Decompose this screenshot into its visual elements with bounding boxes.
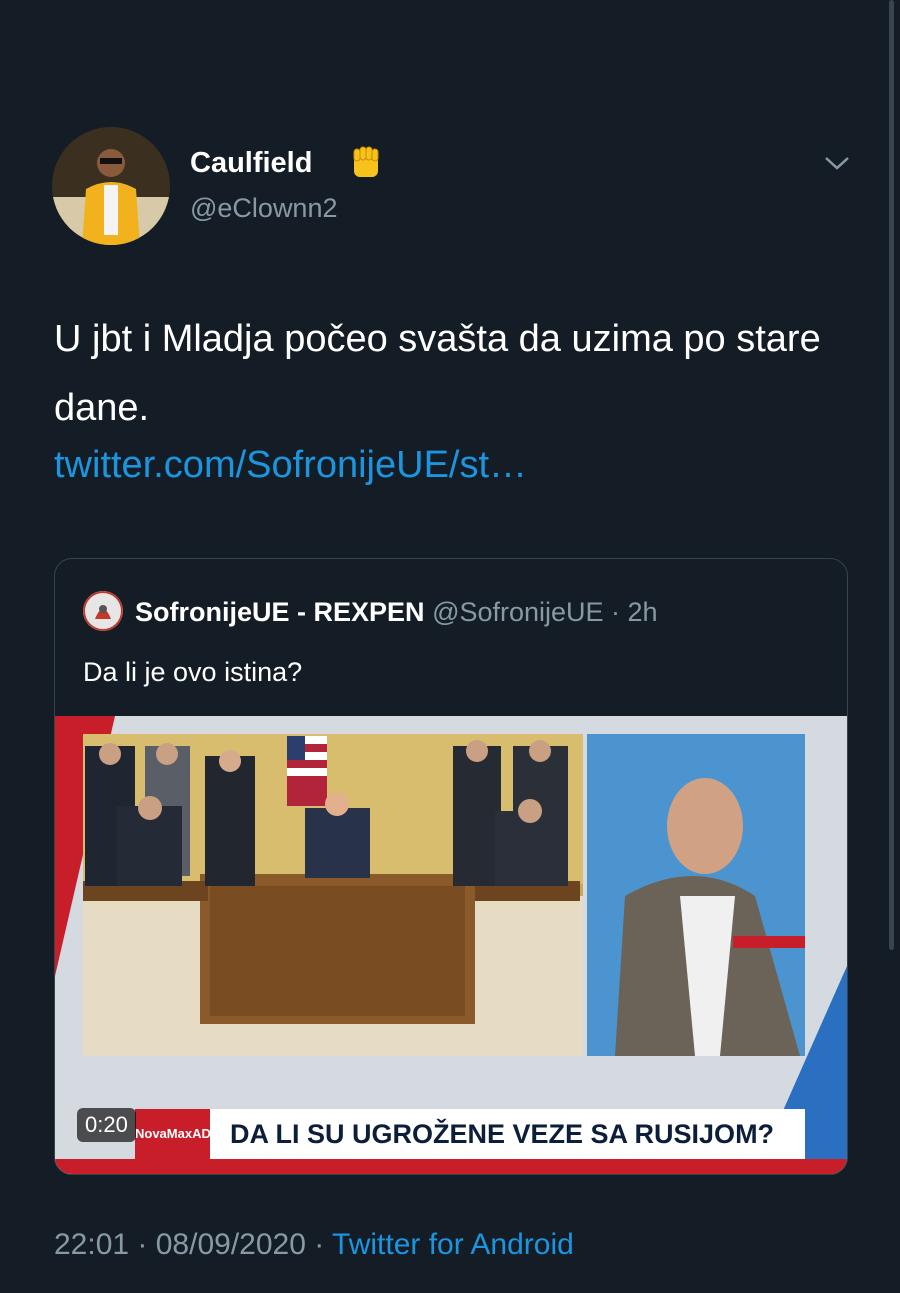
tweet-meta: 22:01 · 08/09/2020 · Twitter for Android: [54, 1228, 574, 1262]
separator: ·: [129, 1228, 156, 1261]
separator: ·: [305, 1228, 333, 1261]
chevron-down-icon[interactable]: [822, 153, 852, 173]
tweet-source[interactable]: Twitter for Android: [332, 1228, 574, 1261]
quoted-author[interactable]: SofronijeUE - REXPEN @SofronijeUE · 2h: [135, 597, 658, 628]
quoted-avatar[interactable]: [83, 591, 123, 631]
quoted-text: Da li je ovo istina?: [83, 657, 303, 687]
ticker-bar: [55, 1159, 847, 1174]
video-duration: 0:20: [77, 1108, 136, 1142]
raised-fist-icon: [353, 146, 379, 177]
tweet-link[interactable]: twitter.com/SofronijeUE/st…: [54, 444, 527, 487]
tweet-date[interactable]: 08/09/2020: [156, 1228, 306, 1261]
tweet-time[interactable]: 22:01: [54, 1228, 129, 1261]
quoted-tweet[interactable]: SofronijeUE - REXPEN @SofronijeUE · 2h D…: [54, 558, 848, 1175]
scrollbar[interactable]: [889, 0, 894, 950]
avatar[interactable]: [52, 127, 170, 245]
news-headline: DA LI SU UGROŽENE VEZE SA RUSIJOM?: [210, 1109, 805, 1159]
quoted-display-name[interactable]: SofronijeUE - REXPEN: [135, 597, 425, 627]
user-handle[interactable]: @eClownn2: [190, 193, 338, 224]
tweet-text: U jbt i Mladja počeo svašta da uzima po …: [54, 318, 821, 429]
video-thumbnail[interactable]: NovaMaxADRIA DA LI SU UGROŽENE VEZE SA R…: [55, 716, 847, 1174]
video-frame: [55, 716, 847, 1174]
display-name[interactable]: Caulfield: [190, 147, 312, 180]
quoted-handle-time: @SofronijeUE · 2h: [432, 597, 658, 627]
channel-logo: NovaMaxADRIA: [135, 1109, 233, 1159]
